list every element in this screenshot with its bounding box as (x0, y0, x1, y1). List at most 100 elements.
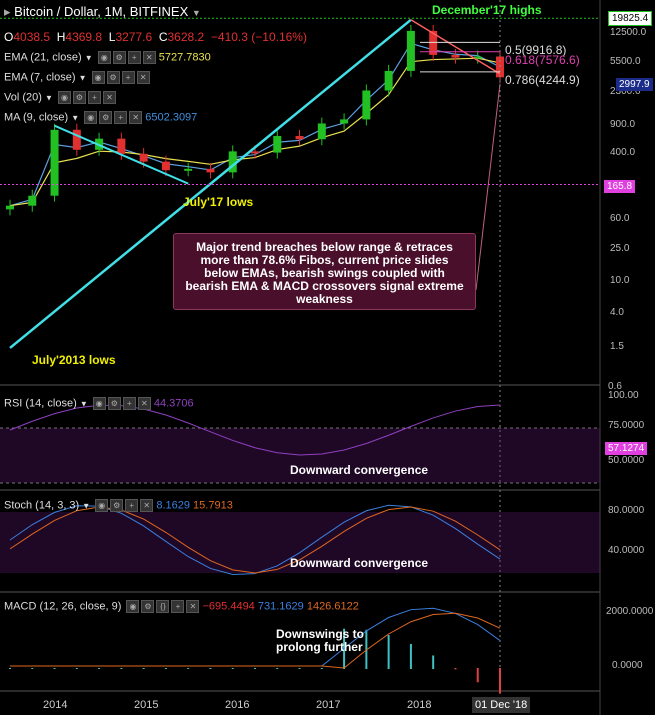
macd-hist-bar (298, 668, 301, 669)
dropdown-icon[interactable]: ▼ (71, 113, 79, 122)
close-icon[interactable]: ✕ (102, 91, 116, 104)
macd-hist-bar (476, 668, 479, 683)
candle-body (451, 54, 460, 58)
macd-hist-bar (209, 668, 212, 669)
candle-body (273, 135, 282, 153)
rsi-tick: 50.0000 (608, 455, 645, 466)
settings-icon[interactable]: ⚙ (107, 397, 121, 410)
close-icon[interactable]: ✕ (137, 397, 151, 410)
stoch-tick: 80.0000 (608, 505, 645, 516)
chart-title: Bitcoin / Dollar, 1M, BITFINEX (14, 4, 189, 19)
fib-label-0-786: 0.786(4244.9) (505, 73, 580, 87)
ma-legend[interactable]: MA (9, close) ▼ ◉ ⚙ + ✕ 6502.3097 (4, 111, 197, 124)
ema21-legend[interactable]: EMA (21, close) ▼ ◉ ⚙ + ✕ 5727.7830 (4, 51, 211, 64)
time-tick: 2015 (134, 699, 159, 711)
close-icon[interactable]: ✕ (136, 71, 150, 84)
macd-value: 731.1629 (257, 600, 304, 613)
settings-icon[interactable]: ⚙ (106, 71, 120, 84)
candle-body (384, 70, 393, 91)
price-tick: 400.0 (610, 146, 636, 158)
macd-signal-value: 1426.6122 (306, 600, 359, 613)
close-icon[interactable]: ✕ (186, 600, 200, 613)
candle-body (50, 129, 59, 196)
eye-icon[interactable]: ◉ (84, 111, 98, 124)
macd-hist-bar (98, 668, 101, 669)
eye-icon[interactable]: ◉ (126, 600, 140, 613)
candle-body (295, 135, 304, 140)
ema21-label: EMA (21, close) (4, 51, 82, 64)
more-icon[interactable]: + (121, 71, 135, 84)
settings-icon[interactable]: ⚙ (99, 111, 113, 124)
stoch-label: Stoch (14, 3, 3) (4, 499, 80, 512)
ema21-value: 5727.7830 (158, 51, 211, 64)
macd-hist-bar (75, 668, 78, 669)
callout-pointer (475, 83, 501, 291)
dropdown-icon[interactable]: ▼ (82, 501, 90, 510)
more-icon[interactable]: + (122, 397, 136, 410)
dropdown-icon[interactable]: ▼ (192, 8, 201, 18)
candle-body (206, 168, 215, 173)
stoch-d-value: 15.7913 (193, 499, 233, 512)
eye-icon[interactable]: ◉ (95, 499, 109, 512)
macd-tick: 2000.0000 (606, 606, 654, 617)
close-icon[interactable]: ✕ (140, 499, 154, 512)
collapse-icon[interactable]: ▸ (4, 4, 11, 19)
macd-label: MACD (12, 26, close, 9) (4, 600, 122, 613)
eye-icon[interactable]: ◉ (91, 71, 105, 84)
macd-legend[interactable]: MACD (12, 26, close, 9) ◉ ⚙{} + ✕ −695.4494… (4, 600, 359, 613)
more-icon[interactable]: + (114, 111, 128, 124)
price-tick: 25.0 (610, 243, 630, 255)
eye-icon[interactable]: ◉ (57, 91, 71, 104)
analysis-callout: Major trend breaches below range & retra… (173, 233, 476, 310)
more-icon[interactable]: + (87, 91, 101, 104)
rsi-annotation: Downward convergence (290, 463, 429, 477)
last-price-tag: 2997.9 (616, 78, 653, 91)
chart-header[interactable]: ▸ Bitcoin / Dollar, 1M, BITFINEX ▼ (4, 4, 201, 20)
annotation-dec17-highs: December'17 highs (432, 3, 542, 17)
price-tick: 1.5 (610, 340, 624, 352)
eye-icon[interactable]: ◉ (92, 397, 106, 410)
settings-icon[interactable]: ⚙ (112, 51, 126, 64)
dropdown-icon[interactable]: ▼ (85, 53, 93, 62)
more-icon[interactable]: + (171, 600, 185, 613)
vol-label: Vol (20) (4, 91, 42, 104)
eye-icon[interactable]: ◉ (97, 51, 111, 64)
macd-hist-bar (53, 668, 56, 669)
dropdown-icon[interactable]: ▼ (80, 399, 88, 408)
close-icon[interactable]: ✕ (142, 51, 156, 64)
macd-signal-line (10, 612, 501, 669)
ohlc-change: −410.3 (−10.16%) (210, 30, 307, 44)
candle-body (139, 153, 148, 162)
stoch-tick: 40.0000 (608, 545, 645, 556)
more-icon[interactable]: + (127, 51, 141, 64)
candle-body (117, 138, 126, 154)
ema-lines (9, 42, 501, 207)
settings-icon[interactable]: ⚙ (110, 499, 124, 512)
vol-legend[interactable]: Vol (20) ▼ ◉ ⚙ + ✕ (4, 91, 116, 104)
stoch-annotation: Downward convergence (290, 556, 429, 570)
ohlc-high: 4369.8 (65, 30, 103, 44)
macd-tick: 0.0000 (612, 660, 643, 671)
settings-icon[interactable]: ⚙ (141, 600, 155, 613)
more-icon[interactable]: + (125, 499, 139, 512)
rsi-value-tag: 57.1274 (605, 442, 648, 455)
settings-icon[interactable]: ⚙ (72, 91, 86, 104)
ema7-legend[interactable]: EMA (7, close) ▼ ◉ ⚙ + ✕ (4, 71, 150, 84)
rsi-tick: 100.00 (608, 390, 639, 401)
stoch-legend[interactable]: Stoch (14, 3, 3) ▼ ◉ ⚙ + ✕ 8.1629 15.7913 (4, 499, 233, 512)
close-icon[interactable]: ✕ (129, 111, 143, 124)
fib-label-0-618: 0.618(7576.6) (505, 53, 580, 67)
candle-body (184, 168, 193, 171)
dropdown-icon[interactable]: ▼ (79, 73, 87, 82)
rsi-legend[interactable]: RSI (14, close) ▼ ◉ ⚙ + ✕ 44.3706 (4, 397, 194, 410)
annotation-jul13-lows: July'2013 lows (32, 353, 116, 367)
source-icon[interactable]: {} (156, 600, 170, 613)
dropdown-icon[interactable]: ▼ (45, 93, 53, 102)
ma-value: 6502.3097 (145, 111, 198, 124)
macd-hist-bar (409, 643, 412, 669)
macd-hist-bar (120, 668, 123, 669)
macd-pane (9, 607, 501, 694)
price-tick: 60.0 (610, 212, 630, 224)
candle-body (251, 151, 259, 154)
candle-body (317, 123, 326, 140)
